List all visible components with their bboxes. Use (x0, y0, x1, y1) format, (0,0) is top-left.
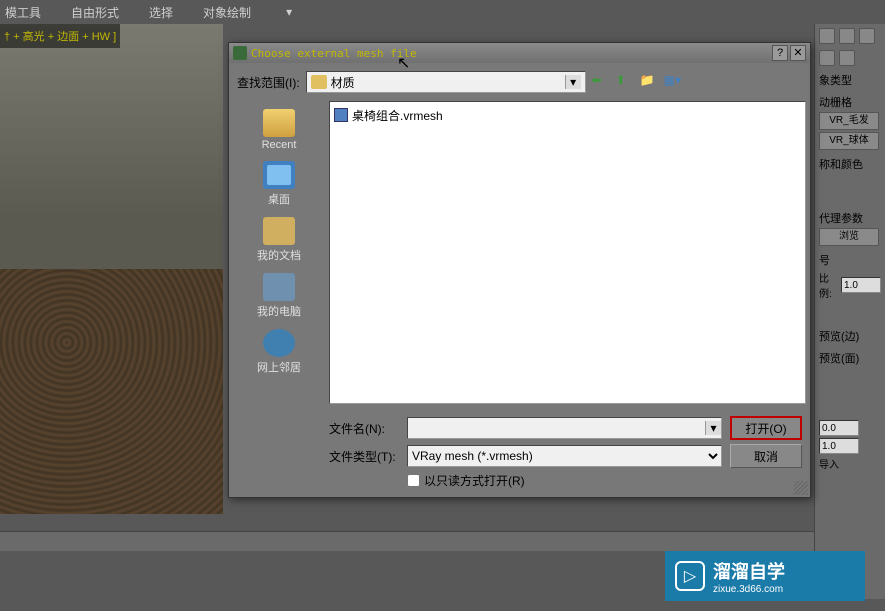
computer-icon (263, 273, 295, 301)
resize-grip[interactable] (794, 481, 808, 495)
viewport-label: † + 高光 + 边面 + HW ] (0, 24, 120, 48)
watermark: ▷ 溜溜自学 zixue.3d66.com (665, 551, 865, 601)
back-icon[interactable]: ⬅ (592, 73, 610, 91)
desktop-icon (263, 161, 295, 189)
menu-freeform[interactable]: 自由形式 (71, 4, 119, 21)
sidebar-network[interactable]: 网上邻居 (239, 325, 319, 379)
command-panel: 象类型 动栅格 VR_毛发 VR_球体 称和颜色 代理参数 浏览 号 比例: 预… (814, 24, 885, 599)
documents-icon (263, 217, 295, 245)
sidebar-mydocs[interactable]: 我的文档 (239, 213, 319, 267)
dialog-titlebar: Choose external mesh file ? ✕ (229, 43, 810, 63)
readonly-label: 以只读方式打开(R) (424, 472, 525, 489)
file-dialog: Choose external mesh file ? ✕ 查找范围(I): 材… (228, 42, 811, 498)
lookup-label: 查找范围(I): (237, 74, 300, 91)
top-menu: 模工具 自由形式 选择 对象绘制 ▾ (0, 0, 885, 24)
sidebar-computer[interactable]: 我的电脑 (239, 269, 319, 323)
file-list[interactable]: 桌椅组合.vrmesh ↖ (329, 101, 806, 404)
panel-icon[interactable] (839, 28, 855, 44)
dialog-title: Choose external mesh file (251, 47, 770, 60)
preview-edge-label: 预览(边) (819, 328, 881, 344)
ratio-label: 比例: (819, 270, 839, 300)
lookup-combo[interactable]: 材质 ▾ (306, 71, 586, 93)
import-label: 导入 (819, 456, 839, 471)
ratio-input[interactable] (841, 277, 881, 293)
filetype-label: 文件类型(T): (329, 448, 399, 465)
panel-icon[interactable] (839, 50, 855, 66)
menu-objdraw[interactable]: 对象绘制 (203, 4, 251, 21)
play-icon: ▷ (675, 561, 705, 591)
view-menu-icon[interactable]: ▦▾ (664, 73, 682, 91)
readonly-checkbox[interactable] (407, 474, 420, 487)
help-button[interactable]: ? (772, 45, 788, 61)
new-folder-icon[interactable]: 📁 (640, 73, 658, 91)
network-icon (263, 329, 295, 357)
unit-label: 号 (819, 252, 881, 268)
file-name: 桌椅组合.vrmesh (352, 107, 443, 124)
menu-select[interactable]: 选择 (149, 4, 173, 21)
menu-tools[interactable]: 模工具 (5, 4, 41, 21)
numeric-input[interactable] (819, 438, 859, 454)
cancel-button[interactable]: 取消 (730, 444, 802, 468)
section-object-type: 象类型 (819, 72, 881, 88)
close-button[interactable]: ✕ (790, 45, 806, 61)
panel-icon[interactable] (819, 50, 835, 66)
vrmesh-file-icon (334, 108, 348, 122)
filetype-select[interactable]: VRay mesh (*.vrmesh) (407, 445, 722, 467)
panel-icon[interactable] (819, 28, 835, 44)
watermark-title: 溜溜自学 (713, 558, 785, 584)
vr-sphere-button[interactable]: VR_球体 (819, 132, 879, 150)
open-button[interactable]: 打开(O) (730, 416, 802, 440)
sidebar-recent[interactable]: Recent (239, 105, 319, 155)
lookup-value: 材质 (331, 74, 355, 91)
vr-fur-button[interactable]: VR_毛发 (819, 112, 879, 130)
up-icon[interactable]: ⬆ (616, 73, 634, 91)
chevron-down-icon: ▾ (565, 75, 581, 89)
browse-button[interactable]: 浏览 (819, 228, 879, 246)
viewport-render (0, 24, 223, 514)
timeline[interactable] (0, 531, 814, 551)
menu-dropdown-icon[interactable]: ▾ (286, 5, 292, 19)
filename-input[interactable]: ▾ (407, 417, 722, 439)
preview-face-label: 预览(面) (819, 350, 881, 366)
numeric-input[interactable] (819, 420, 859, 436)
dialog-icon (233, 46, 247, 60)
filename-label: 文件名(N): (329, 420, 399, 437)
folder-icon (311, 75, 327, 89)
section-auto-grid: 动栅格 (819, 94, 881, 110)
watermark-url: zixue.3d66.com (713, 584, 785, 595)
section-name-color: 称和颜色 (819, 156, 881, 172)
folder-icon (263, 109, 295, 137)
section-proxy-params: 代理参数 (819, 210, 881, 226)
sidebar-desktop[interactable]: 桌面 (239, 157, 319, 211)
places-sidebar: Recent 桌面 我的文档 我的电脑 网上邻居 (229, 101, 329, 404)
panel-icon[interactable] (859, 28, 875, 44)
file-item[interactable]: 桌椅组合.vrmesh (334, 106, 801, 124)
